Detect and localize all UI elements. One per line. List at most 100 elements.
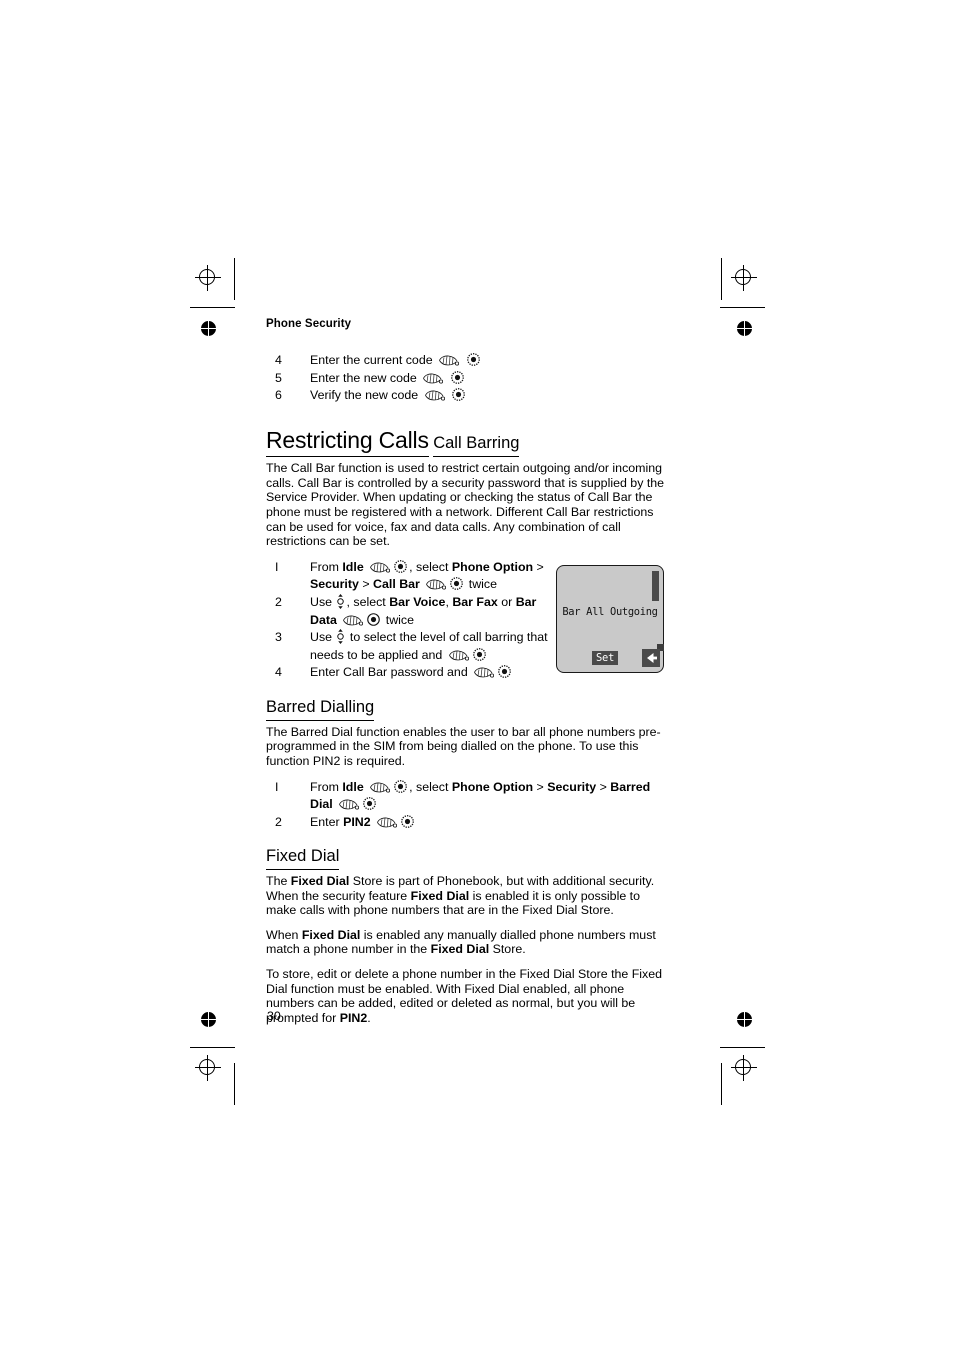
ok-key-icon xyxy=(363,797,377,811)
separator: > xyxy=(596,779,611,794)
separator: > xyxy=(358,577,374,592)
term-security: Security xyxy=(547,779,597,794)
term-fixed-dial: Fixed Dial xyxy=(430,942,490,957)
term-phone-option: Phone Option xyxy=(451,779,534,794)
ok-key-icon xyxy=(401,814,414,828)
registration-dot-bottom-left xyxy=(201,1012,216,1027)
press-key-icon xyxy=(422,372,444,385)
step-text: twice xyxy=(465,577,497,592)
press-key-icon xyxy=(438,354,460,367)
list-item: 2 Use , select Bar Voice, Bar Fax or Bar… xyxy=(266,593,548,629)
step-number: 3 xyxy=(275,630,282,645)
phone-screen-message: Bar All Outgoing xyxy=(562,606,658,618)
ok-key-icon xyxy=(452,388,465,402)
ok-key-icon xyxy=(498,665,512,679)
step-number: I xyxy=(275,779,279,794)
list-item: 6 Verify the new code xyxy=(266,387,666,405)
press-key-icon xyxy=(448,649,469,662)
list-item: 4 Enter the current code xyxy=(266,352,666,370)
list-item: 2 Enter PIN2 xyxy=(266,814,666,832)
back-arrow-icon[interactable] xyxy=(642,649,660,667)
list-item: I From Idle , select Phone Option > Secu… xyxy=(266,779,666,814)
step-text: From xyxy=(310,779,343,794)
ok-key-icon xyxy=(466,353,480,366)
trim-line-bottom-left xyxy=(190,1047,235,1048)
registration-target-top-left xyxy=(195,265,221,291)
step-number: 4 xyxy=(275,665,282,680)
step-text: Enter xyxy=(310,814,344,829)
step-number: 4 xyxy=(275,353,282,367)
separator: > xyxy=(533,559,544,574)
list-item: 4 Enter Call Bar password and xyxy=(266,664,548,682)
running-head: Phone Security xyxy=(266,318,352,330)
phone-screen-illustration: Bar All Outgoing Set xyxy=(556,565,664,673)
step-text: or xyxy=(497,594,516,609)
term-bar-voice: Bar Voice xyxy=(389,594,446,609)
registration-dot-top-right xyxy=(737,321,752,336)
term-pin2: PIN2 xyxy=(343,814,371,829)
fixed-dial-paragraph-2: When Fixed Dial is enabled any manually … xyxy=(266,928,666,957)
trim-line-left-top xyxy=(234,258,235,300)
ok-key-icon xyxy=(450,370,464,384)
heading-call-barring: Call Barring xyxy=(433,434,520,457)
text-run: Store. xyxy=(489,942,526,957)
press-key-icon xyxy=(473,666,495,679)
navigation-key-icon xyxy=(336,629,345,645)
registration-dot-top-left xyxy=(201,321,216,336)
list-item: 5 Enter the new code xyxy=(266,370,666,388)
page-content-column: Phone Security 4 Enter the current code xyxy=(266,318,666,1035)
text-run: The xyxy=(266,874,291,889)
step-text: twice xyxy=(382,612,414,627)
press-key-icon xyxy=(425,578,447,591)
ok-key-icon xyxy=(450,577,464,591)
call-barring-steps-list: I From Idle , select Phone Option > Secu… xyxy=(266,559,548,682)
navigation-key-icon xyxy=(336,593,345,609)
ok-key-icon xyxy=(472,647,486,661)
registration-dot-bottom-right xyxy=(737,1012,752,1027)
text-run: . xyxy=(367,1010,371,1025)
step-text: From xyxy=(310,559,343,574)
trim-line-right-top xyxy=(721,258,722,300)
term-fixed-dial: Fixed Dial xyxy=(290,874,350,889)
list-item: 3 Use to select the level of call barrin… xyxy=(266,629,548,664)
code-change-steps-list: 4 Enter the current code 5 Enter the new… xyxy=(266,352,666,405)
ok-key-icon xyxy=(394,779,408,793)
list-item: I From Idle , select Phone Option > Secu… xyxy=(266,559,548,594)
press-key-icon xyxy=(369,781,391,794)
term-idle: Idle xyxy=(342,559,364,574)
barred-dialling-steps-list: I From Idle , select Phone Option > Secu… xyxy=(266,779,666,832)
scrollbar-thumb[interactable] xyxy=(652,571,659,601)
trim-line-top-right xyxy=(720,307,765,308)
term-security: Security xyxy=(310,577,359,592)
registration-target-top-right xyxy=(731,265,757,291)
step-text: Enter Call Bar password and xyxy=(310,665,472,680)
call-barring-intro: The Call Bar function is used to restric… xyxy=(266,461,665,549)
heading-barred-dialling: Barred Dialling xyxy=(266,698,375,721)
term-pin2: PIN2 xyxy=(339,1010,368,1025)
ok-key-icon xyxy=(394,559,408,573)
press-key-icon xyxy=(342,614,364,627)
term-fixed-dial: Fixed Dial xyxy=(410,888,470,903)
trim-line-top-left xyxy=(190,307,235,308)
fixed-dial-paragraph-1: The Fixed Dial Store is part of Phoneboo… xyxy=(266,874,666,918)
step-text: Use xyxy=(310,630,336,645)
press-key-icon xyxy=(376,816,398,829)
term-call-bar: Call Bar xyxy=(373,577,420,592)
step-number: 2 xyxy=(275,594,282,609)
term-idle: Idle xyxy=(342,779,364,794)
trim-line-right-bottom xyxy=(721,1063,722,1105)
term-fixed-dial: Fixed Dial xyxy=(301,927,361,942)
step-text: , select xyxy=(409,559,452,574)
page-number: 30 xyxy=(267,1009,281,1023)
phone-softkey-set[interactable]: Set xyxy=(592,651,619,665)
press-key-icon xyxy=(369,561,391,574)
separator: > xyxy=(533,779,548,794)
text-run: To store, edit or delete a phone number … xyxy=(266,967,663,1025)
press-key-icon xyxy=(424,389,445,402)
step-number: 2 xyxy=(275,814,282,829)
step-number: 6 xyxy=(275,388,282,403)
text-run: When xyxy=(266,927,302,942)
trim-line-left-bottom xyxy=(234,1063,235,1105)
step-text: Verify the new code xyxy=(310,388,419,403)
step-text: Use xyxy=(310,594,336,609)
